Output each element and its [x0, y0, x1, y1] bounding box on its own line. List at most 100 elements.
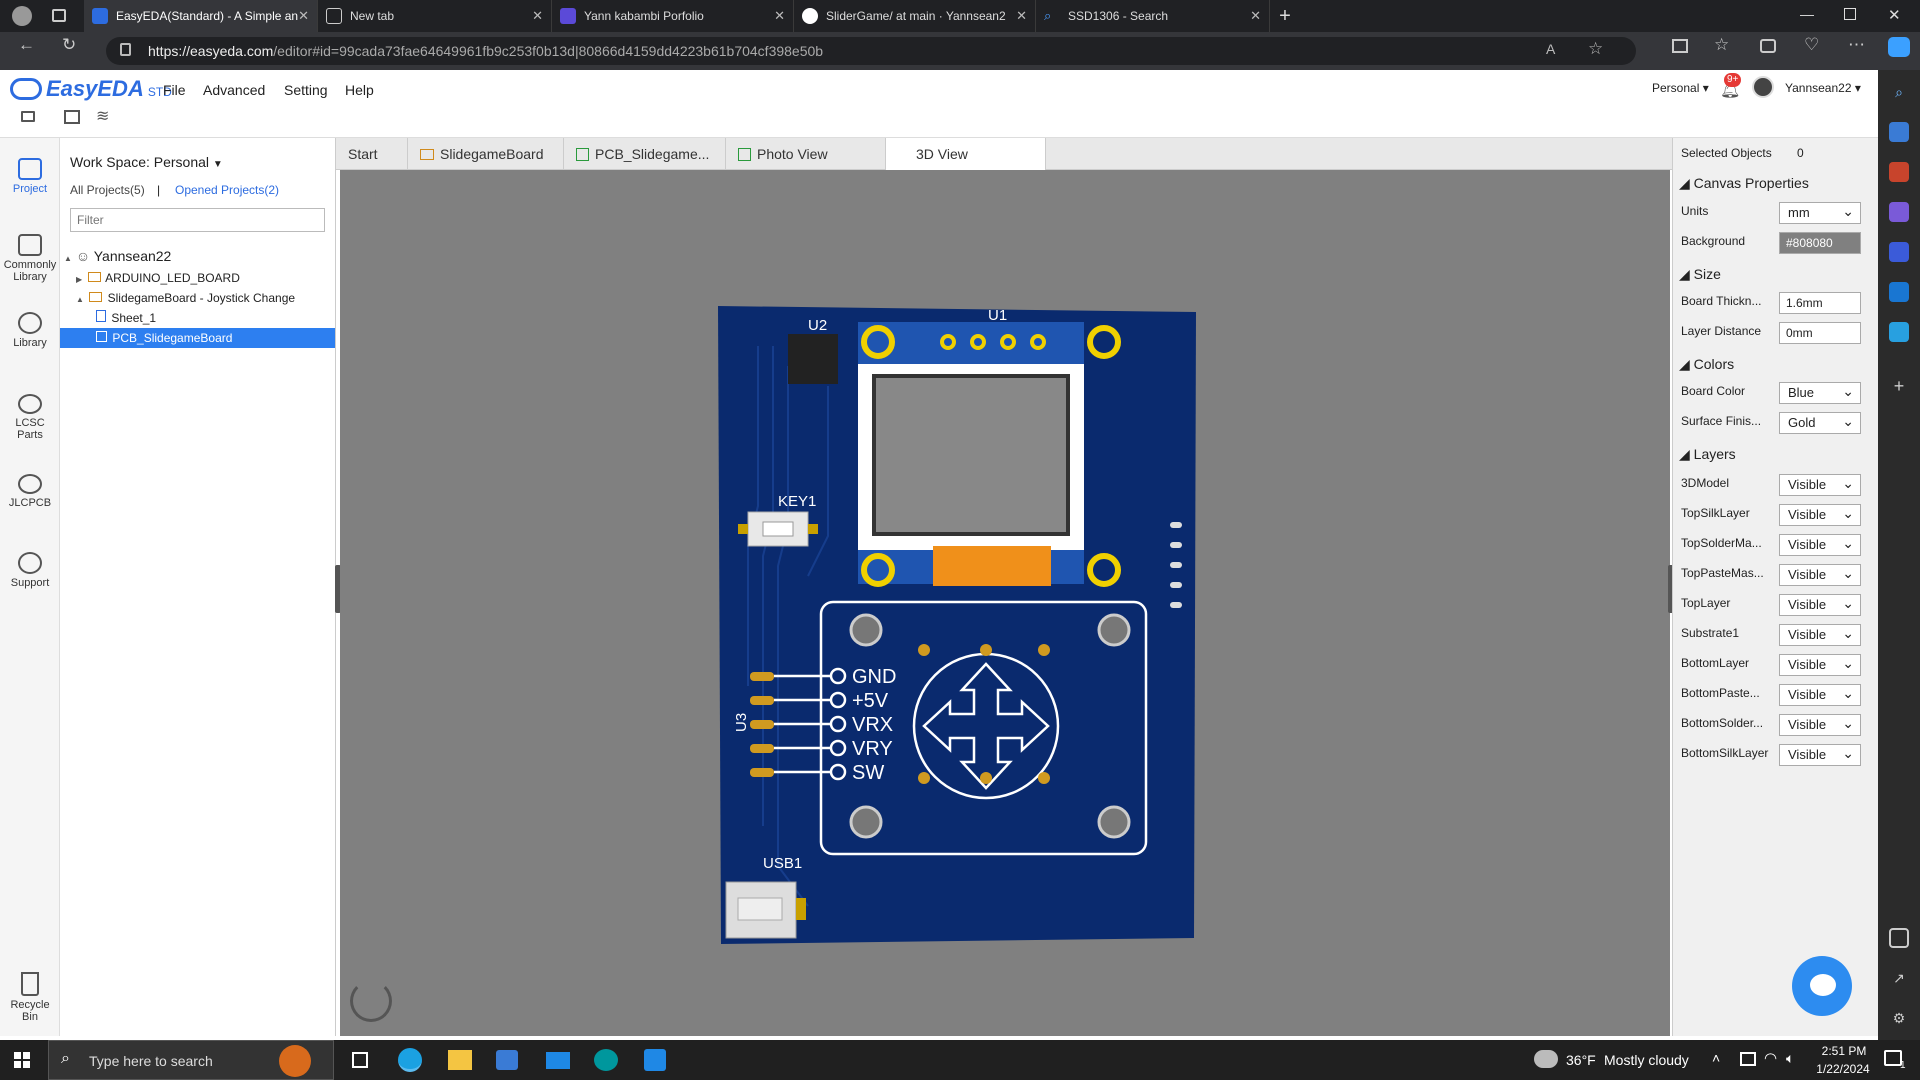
board-thickness-field[interactable]: 1.6mm [1779, 292, 1861, 314]
profile-avatar[interactable] [12, 6, 32, 26]
read-aloud-icon[interactable]: A [1546, 41, 1555, 57]
shopping-icon[interactable] [1889, 122, 1909, 142]
tree-sheet[interactable]: Sheet_1 [96, 308, 156, 328]
menu-setting[interactable]: Setting [284, 82, 328, 98]
settings-icon[interactable]: ⚙ [1889, 1008, 1909, 1028]
edge-taskbar-icon[interactable] [398, 1048, 422, 1072]
browser-tab-github[interactable]: SliderGame/ at main · Yannsean2 ✕ [794, 0, 1036, 32]
clock-time[interactable]: 2:51 PM [1814, 1044, 1874, 1058]
microsoft365-icon[interactable] [1889, 242, 1909, 262]
taskbar-search[interactable]: ⌕ Type here to search [48, 1040, 334, 1080]
close-icon[interactable]: ✕ [1016, 8, 1027, 24]
minimize-icon[interactable]: — [1800, 6, 1814, 22]
section-canvas-properties[interactable]: ◢ Canvas Properties [1679, 175, 1809, 192]
tree-project-arduino[interactable]: ▶ ARDUINO_LED_BOARD [76, 268, 240, 288]
close-icon[interactable]: ✕ [532, 8, 543, 24]
layer-visibility-select[interactable]: Visible [1779, 563, 1861, 586]
opened-projects-link[interactable]: Opened Projects(2) [175, 183, 279, 197]
layer-visibility-select[interactable]: Visible [1779, 473, 1861, 496]
section-layers[interactable]: ◢ Layers [1679, 446, 1736, 463]
surface-finish-select[interactable]: Gold [1779, 411, 1861, 434]
sidebar-item-commonly-library[interactable]: Commonly Library [0, 234, 60, 283]
layer-visibility-select[interactable]: Visible [1779, 533, 1861, 556]
workspace-dropdown[interactable]: Work Space: Personal ▼ [70, 154, 223, 170]
tab-schematic[interactable]: SlidegameBoard [408, 138, 564, 170]
windows-start-icon[interactable] [14, 1052, 30, 1068]
collections-icon[interactable] [1760, 39, 1776, 53]
sidebar-item-jlcpcb[interactable]: JLCPCB [0, 474, 60, 509]
tree-pcb[interactable]: PCB_SlidegameBoard [60, 328, 335, 348]
refresh-icon[interactable]: ↻ [62, 35, 76, 55]
copilot-icon[interactable] [1888, 37, 1910, 57]
chat-support-button[interactable] [1792, 956, 1852, 1016]
performance-icon[interactable]: ♡ [1804, 35, 1819, 55]
avatar[interactable] [1752, 76, 1774, 98]
menu-advanced[interactable]: Advanced [203, 82, 265, 98]
browser-tab-portfolio[interactable]: Yann kabambi Porfolio ✕ [552, 0, 794, 32]
more-menu-icon[interactable]: ⋯ [1848, 35, 1865, 55]
tab-actions-icon[interactable] [52, 9, 66, 22]
pcb-board[interactable]: U2 U1 KEY1 GND +5V VRX VRY SW U3 USB1 [718, 306, 1196, 944]
tools-icon[interactable] [1889, 162, 1909, 182]
folder-icon[interactable] [21, 111, 35, 122]
sidebar-item-library[interactable]: Library [0, 312, 60, 349]
browser-tab-newtab[interactable]: New tab ✕ [318, 0, 552, 32]
menu-file[interactable]: File [163, 82, 186, 98]
mail-icon[interactable] [546, 1052, 570, 1069]
sidebar-item-lcsc[interactable]: LCSC Parts [0, 394, 60, 441]
restore-icon[interactable] [1844, 8, 1856, 20]
user-menu[interactable]: Yannsean22 ▾ [1785, 81, 1861, 95]
new-tab-button[interactable]: + [1270, 5, 1300, 28]
drop-icon[interactable] [1889, 322, 1909, 342]
layer-visibility-select[interactable]: Visible [1779, 623, 1861, 646]
volume-icon[interactable]: 🔈︎ [1786, 1050, 1794, 1067]
browser-tab-search[interactable]: ⌕ SSD1306 - Search ✕ [1036, 0, 1270, 32]
store-icon[interactable] [496, 1050, 518, 1070]
account-type-dropdown[interactable]: Personal ▾ [1652, 81, 1709, 95]
weather-desc[interactable]: Mostly cloudy [1604, 1052, 1689, 1068]
external-link-icon[interactable]: ↗ [1889, 968, 1909, 988]
close-icon[interactable]: ✕ [774, 8, 785, 24]
board-color-select[interactable]: Blue [1779, 381, 1861, 404]
vscode-icon[interactable] [644, 1049, 666, 1071]
image-icon[interactable] [64, 110, 80, 124]
sidebar-toggle-icon[interactable] [1889, 928, 1909, 948]
tree-user[interactable]: ▲ ☺ Yannsean22 [64, 246, 171, 266]
layer-visibility-select[interactable]: Visible [1779, 503, 1861, 526]
expand-icon[interactable]: ▲ [64, 254, 72, 263]
layer-visibility-select[interactable]: Visible [1779, 653, 1861, 676]
layer-visibility-select[interactable]: Visible [1779, 683, 1861, 706]
tab-pcb[interactable]: PCB_Slidegame... [564, 138, 726, 170]
weather-temp[interactable]: 36°F [1566, 1052, 1596, 1068]
favorite-star-icon[interactable]: ☆ [1588, 39, 1603, 59]
tab-3d-view[interactable]: 3D View [886, 138, 1046, 170]
rotate-icon[interactable] [350, 980, 392, 1022]
battery-icon[interactable] [1740, 1052, 1756, 1066]
all-projects-link[interactable]: All Projects(5) [70, 183, 145, 197]
filter-input[interactable] [70, 208, 325, 232]
close-window-icon[interactable]: ✕ [1888, 6, 1901, 24]
tab-start[interactable]: Start [336, 138, 408, 170]
split-screen-icon[interactable] [1672, 39, 1688, 53]
section-colors[interactable]: ◢ Colors [1679, 356, 1734, 373]
layer-visibility-select[interactable]: Visible [1779, 713, 1861, 736]
favorites-icon[interactable]: ☆ [1714, 35, 1729, 55]
search-icon[interactable]: ⌕ [1889, 82, 1909, 102]
easyeda-logo[interactable]: EasyEDA STD [10, 76, 172, 102]
sidebar-item-recycle-bin[interactable]: Recycle Bin [0, 972, 60, 1023]
outlook-icon[interactable] [1889, 282, 1909, 302]
layer-distance-field[interactable]: 0mm [1779, 322, 1861, 344]
layers-icon[interactable]: ≋ [96, 106, 109, 126]
section-size[interactable]: ◢ Size [1679, 266, 1721, 283]
arduino-icon[interactable] [594, 1049, 618, 1071]
tray-chevron-icon[interactable]: ˄ [1712, 1050, 1720, 1066]
file-explorer-icon[interactable] [448, 1050, 472, 1070]
expand-icon[interactable]: ▶ [76, 275, 82, 284]
expand-icon[interactable]: ▲ [76, 295, 84, 304]
url-field[interactable]: https://easyeda.com/editor#id=99cada73fa… [106, 37, 1636, 65]
sidebar-item-project[interactable]: Project [0, 158, 60, 195]
games-icon[interactable] [1889, 202, 1909, 222]
tab-photo-view[interactable]: Photo View [726, 138, 886, 170]
layer-visibility-select[interactable]: Visible [1779, 743, 1861, 766]
back-icon[interactable]: ← [18, 35, 35, 55]
